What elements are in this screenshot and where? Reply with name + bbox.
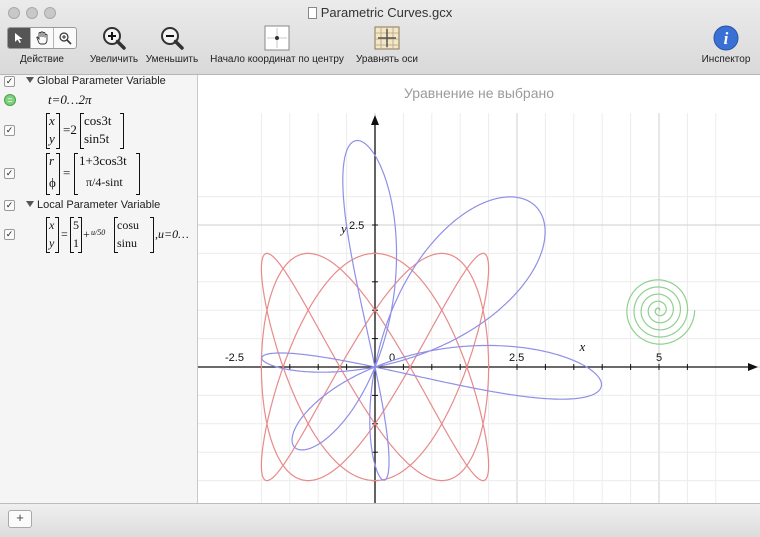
lhs-x: x [49, 113, 55, 128]
inspector-button[interactable]: i Инспектор [696, 24, 756, 65]
equation-lissajous: x y =2 cos3t sin5t [46, 113, 166, 149]
add-equation-button[interactable]: + [8, 510, 32, 528]
group1-label-text: Global Parameter Variable [37, 75, 166, 87]
spiral-lhs-x: x [49, 218, 55, 232]
equation-spiral: x y = 5 1 + u/50 cosu sinu ,u=0… [46, 217, 196, 253]
spiral-range: ,u=0… [155, 227, 189, 241]
magnify-tool-icon[interactable] [54, 28, 76, 48]
disclosure-triangle-icon[interactable] [26, 201, 34, 207]
rhs-sin: sin5t [84, 131, 110, 146]
u-fraction: u/50 [91, 228, 106, 237]
tick-label-x-neg: -2.5 [225, 352, 244, 364]
plus-sign: + [83, 227, 90, 241]
spiral-curve [626, 279, 696, 345]
equalize-axes-icon [374, 26, 400, 50]
checkbox-group-global[interactable]: ✓ [4, 76, 15, 87]
group2-label-text: Local Parameter Variable [37, 199, 161, 211]
rhs-cos: cos3t [84, 113, 112, 128]
lhs-r: r [49, 153, 55, 168]
group-row-local[interactable]: ✓ Local Parameter Variable [0, 199, 197, 213]
group-label-global[interactable]: Global Parameter Variable [26, 75, 166, 87]
x-axis-arrow [748, 363, 758, 371]
checkbox-spiral[interactable]: ✓ [4, 229, 15, 240]
coefficient: =2 [63, 122, 77, 137]
group-label-local[interactable]: Local Parameter Variable [26, 199, 160, 211]
equation-rose: r ϕ = 1+3cos3t π/4-sint [46, 153, 156, 195]
disclosure-triangle-icon[interactable] [26, 77, 34, 83]
center-origin-label: Начало координат по центру [210, 54, 344, 65]
spiral-offset: 5 1 [70, 217, 82, 253]
spiral-cos: cosu [117, 218, 139, 232]
bottom-bar: + [0, 503, 760, 537]
checkbox-group-local[interactable]: ✓ [4, 200, 15, 211]
graph-canvas[interactable]: Уравнение не выбрано -2.5 0 2.5 5 2.5 x y [198, 75, 760, 503]
offset-y: 1 [73, 236, 79, 250]
lhs-vector: x y [46, 113, 60, 149]
checkbox-lissajous[interactable]: ✓ [4, 125, 15, 136]
rhs-r-expr: 1+3cos3t [79, 153, 127, 168]
lhs-phi: ϕ [49, 175, 56, 190]
rhs-vector: cos3t sin5t [80, 113, 124, 149]
info-icon: i [713, 25, 739, 51]
axis-label-x: x [578, 339, 585, 354]
spiral-rhs: cosu sinu [114, 217, 154, 253]
lhs-y: y [49, 131, 55, 146]
zoom-out-label: Уменьшить [145, 54, 199, 65]
action-tool-group: Действие [6, 24, 78, 65]
polar-rhs-vector: 1+3cos3t π/4-sint [74, 153, 140, 195]
equation-row-lissajous[interactable]: ✓ x y =2 cos3t sin5t [0, 113, 197, 149]
spiral-lhs: x y [46, 217, 59, 253]
checkbox-rose[interactable]: ✓ [4, 168, 15, 179]
zoom-in-button[interactable]: Увеличить [86, 24, 142, 65]
slider-param-icon[interactable]: = [4, 94, 16, 106]
plot-svg[interactable]: -2.5 0 2.5 52.5xy [198, 75, 760, 503]
spiral-sin: sinu [117, 236, 138, 250]
svg-text:i: i [724, 29, 729, 48]
action-label: Действие [20, 54, 64, 65]
window-title: Parametric Curves.gcx [0, 5, 760, 20]
equalize-axes-button[interactable]: Уравнять оси [352, 24, 422, 65]
center-origin-icon [264, 25, 290, 51]
tick-label-x-pos: 2.5 [509, 352, 524, 364]
center-origin-button[interactable]: Начало координат по центру [204, 24, 350, 65]
group-row-global[interactable]: ✓ Global Parameter Variable [0, 75, 197, 89]
polar-lhs-vector: r ϕ [46, 153, 60, 195]
zoom-in-label: Увеличить [89, 54, 139, 65]
rhs-phi-expr: π/4-sint [86, 175, 123, 189]
hand-tool-icon[interactable] [31, 28, 54, 48]
equalize-axes-label: Уравнять оси [356, 54, 418, 65]
offset-x: 5 [73, 218, 79, 232]
param-row-t[interactable]: = t=0…2π [0, 92, 197, 110]
zoom-out-icon [161, 27, 184, 50]
zoom-in-icon [103, 27, 126, 50]
inspector-label: Инспектор [701, 54, 751, 65]
tick-label-x-5: 5 [656, 352, 662, 364]
zoom-out-button[interactable]: Уменьшить [144, 24, 200, 65]
param-t-range: t=0…2π [48, 92, 92, 107]
equation-row-rose[interactable]: ✓ r ϕ = 1+3cos3t π/4-sint [0, 153, 197, 195]
document-icon [307, 7, 317, 19]
spiral-lhs-y: y [49, 236, 55, 250]
app-window: Parametric Curves.gcx Действие Увеличить… [0, 0, 760, 537]
title-bar: Parametric Curves.gcx Действие Увеличить… [0, 0, 760, 75]
tool-segmented-control[interactable] [7, 27, 77, 49]
y-axis-arrow [371, 115, 379, 125]
equation-sidebar: ✓ Global Parameter Variable = t=0…2π ✓ x… [0, 75, 198, 503]
tick-label-y-pos: 2.5 [349, 220, 364, 232]
pointer-tool-icon[interactable] [8, 28, 31, 48]
window-title-text: Parametric Curves.gcx [320, 5, 453, 20]
equation-row-spiral[interactable]: ✓ x y = 5 1 + u/50 cosu sinu ,u=0… [0, 217, 197, 253]
